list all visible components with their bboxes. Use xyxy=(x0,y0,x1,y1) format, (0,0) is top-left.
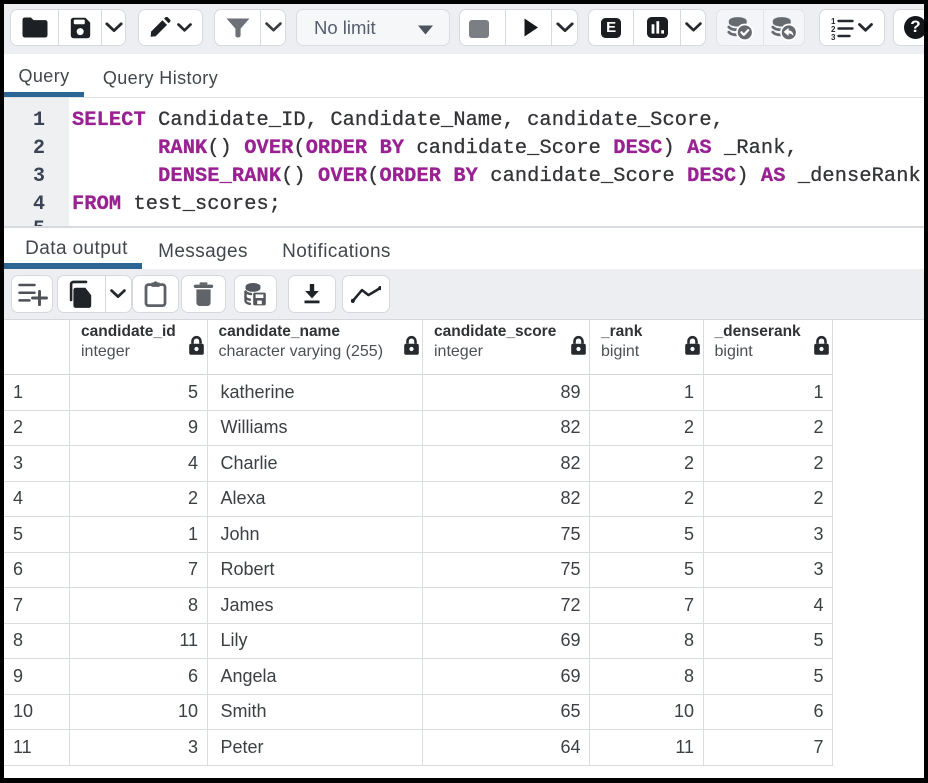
svg-text:3: 3 xyxy=(831,33,836,40)
